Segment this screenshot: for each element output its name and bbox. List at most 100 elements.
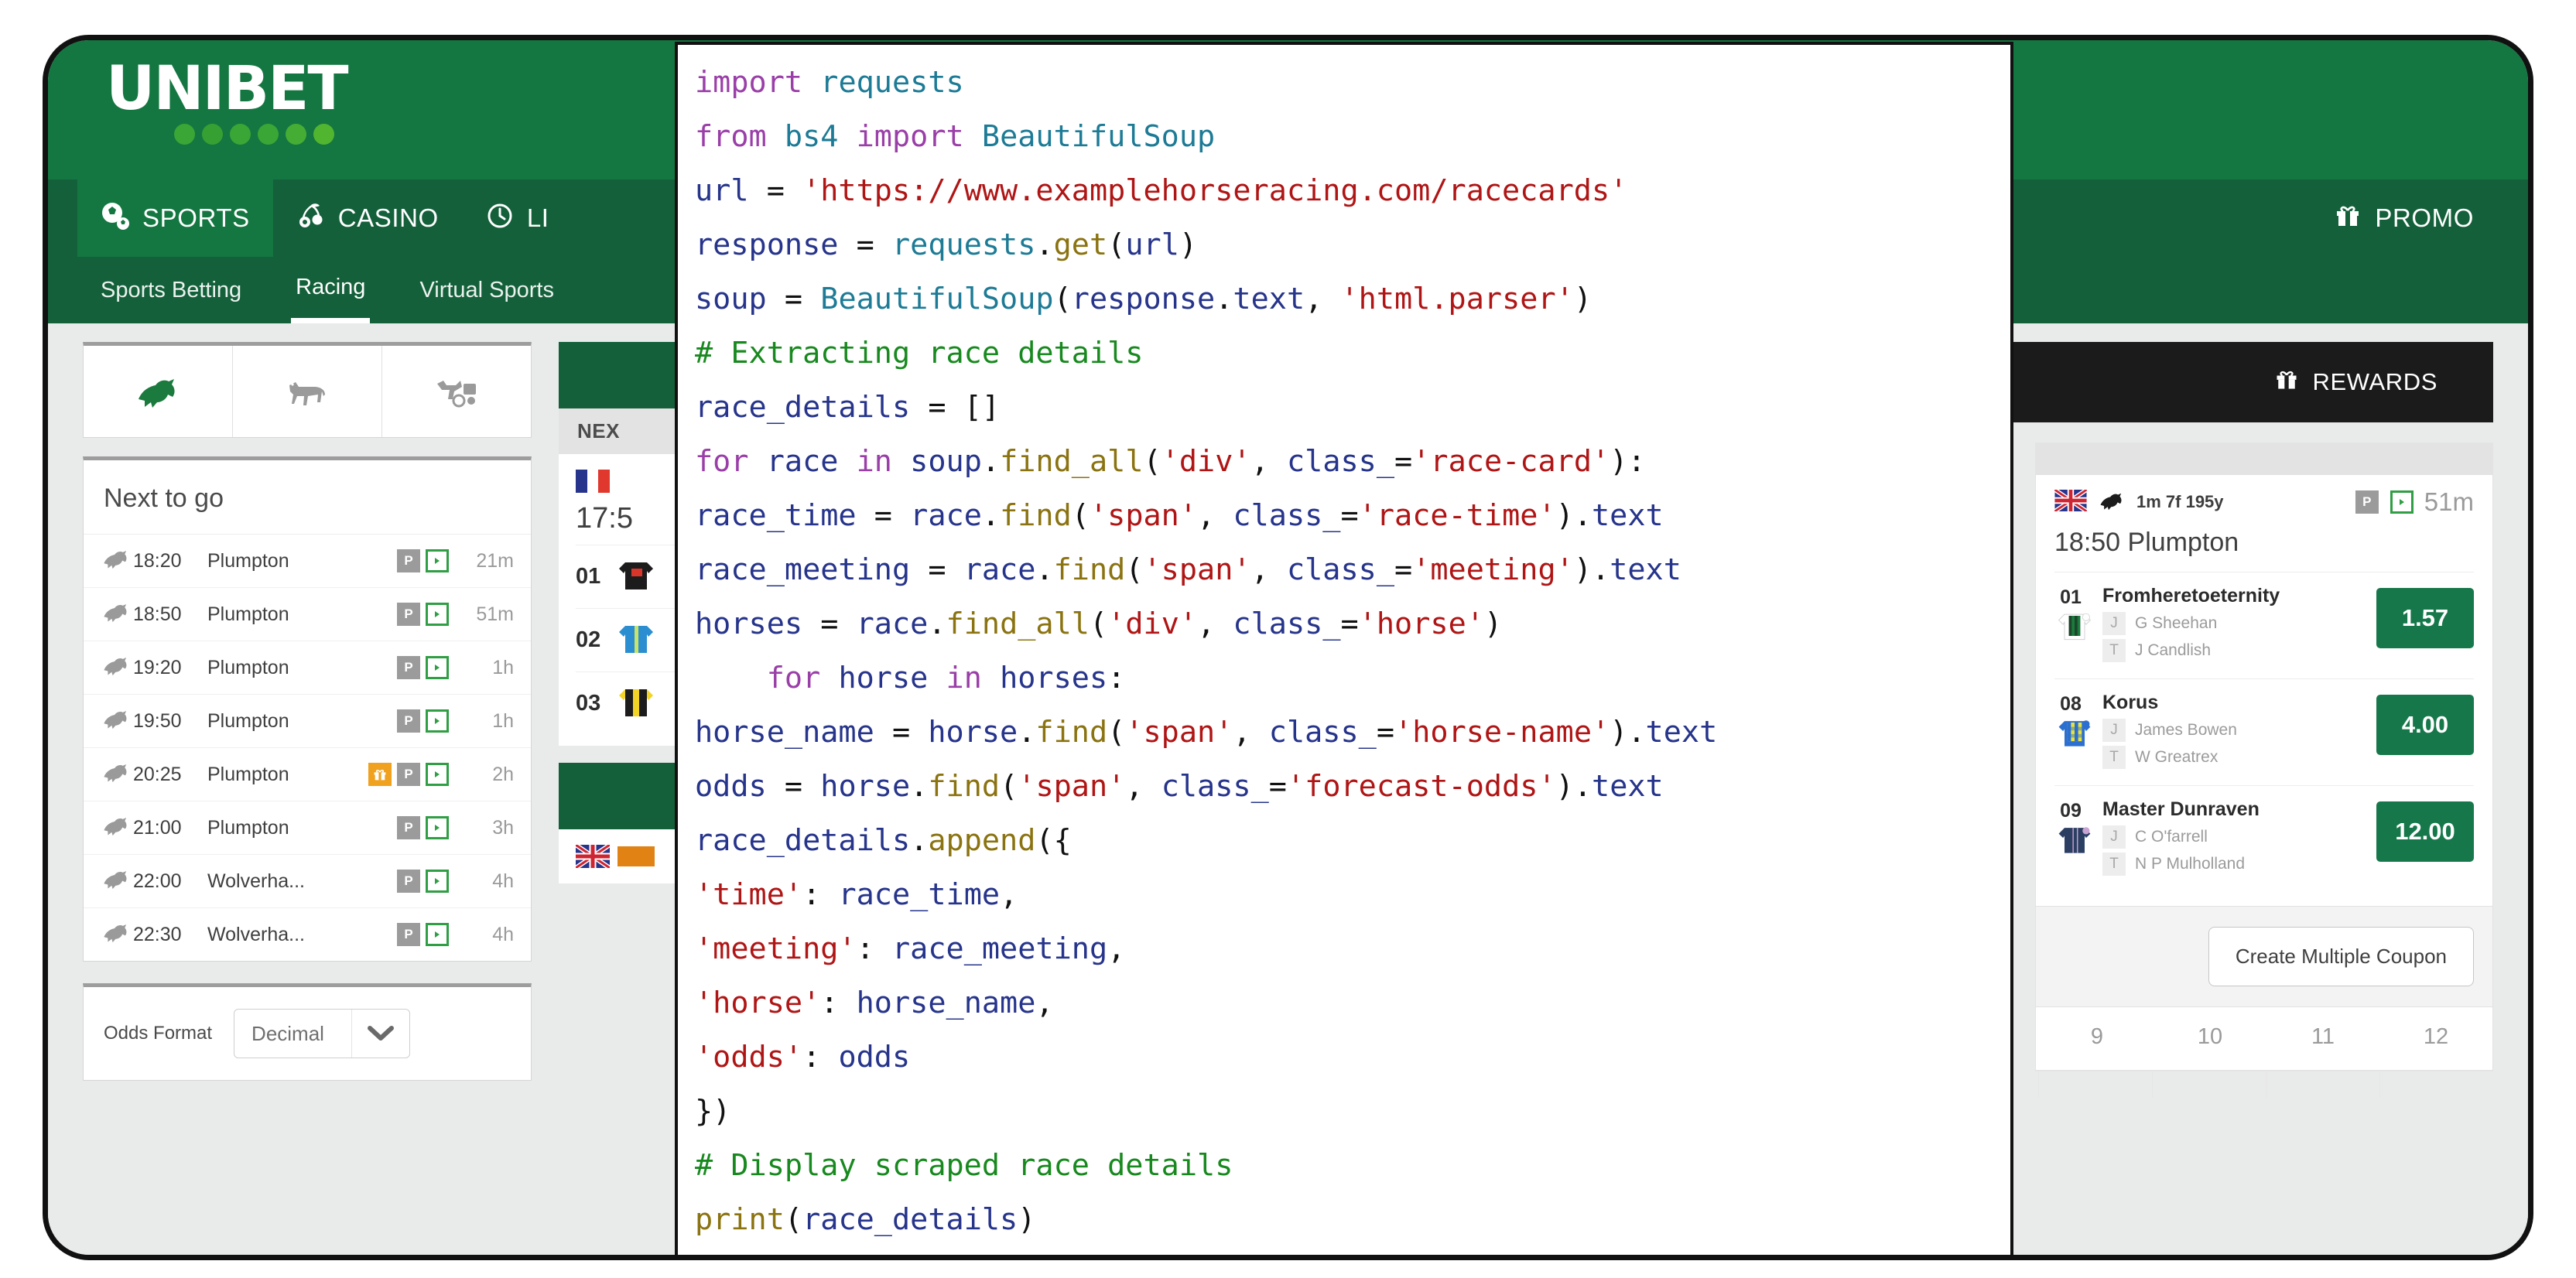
odds-button[interactable]: 1.57 [2376,588,2474,648]
nav-label-promo: PROMO [2375,203,2474,232]
nav-label-live: LI [526,203,549,232]
jockey-name: C O'farrell [2135,828,2208,846]
stream-icon[interactable] [426,709,449,733]
trainer-tag: T [2102,746,2126,769]
horse-racing-icon [101,814,133,842]
race-type-tab-greyhound[interactable] [233,346,382,437]
code-token: find [1000,498,1072,533]
pagination-cell[interactable] [2379,1071,2493,1098]
racecard-entry[interactable]: 01 Fromheretoeternity J G Sheehan T J Candlis… [2054,572,2474,678]
code-token: text [1233,282,1305,316]
pagination-cell[interactable] [2266,1071,2379,1098]
next-to-go-row[interactable]: 19:20 Plumpton P 1h [84,641,531,695]
greyhound-icon [283,373,331,410]
code-token: ): [1610,444,1646,479]
photo-badge: P [397,709,420,733]
nav-label-casino: CASINO [337,203,439,232]
create-multiple-coupon-button[interactable]: Create Multiple Coupon [2208,927,2474,986]
stream-icon[interactable] [426,923,449,946]
unibet-logo[interactable]: UNIBET [106,57,349,145]
code-token: ) [1018,1202,1036,1237]
horse-racing-icon [101,654,133,682]
subnav-virtual-sports[interactable]: Virtual Sports [415,257,559,323]
next-to-go-row[interactable]: 20:25 Plumpton P 2h [84,748,531,801]
code-token: class_ [1286,552,1395,587]
stream-icon[interactable] [426,603,449,626]
racecard: 1m 7f 195y P 51m 18:50 Plumpton 01 Fromhe… [2035,475,2493,907]
code-token: , [1250,552,1287,587]
code-token: . [981,498,1001,533]
logo-dot [286,124,306,145]
pagination-item[interactable]: 10 [2154,1024,2266,1070]
race-meeting: Plumpton [207,656,289,678]
race-time: 18:50 [133,603,182,625]
subnav-sports-betting[interactable]: Sports Betting [96,257,246,323]
code-token: : [802,877,839,912]
odds-button[interactable]: 12.00 [2376,801,2474,862]
next-to-go-row[interactable]: 22:00 Wolverha... P 4h [84,855,531,908]
rewards-label: REWARDS [2312,368,2437,395]
code-token: class_ [1286,444,1395,479]
racecard-entry[interactable]: 08 Korus J James Bowen T W Greatrex 4.00 [2054,678,2474,785]
pagination-cell[interactable] [2038,1071,2152,1098]
pagination-grid [2035,1071,2493,1098]
next-to-go-row[interactable]: 21:00 Plumpton P 3h [84,801,531,855]
code-token: find_all [1000,444,1144,479]
harness-racing-icon [433,373,481,410]
pagination-item[interactable]: 9 [2041,1024,2154,1070]
code-token: ( [784,1202,803,1237]
race-type-tab-horse[interactable] [84,346,233,437]
cherries-icon [296,201,326,235]
photo-badge: P [397,763,420,786]
stream-icon[interactable] [426,870,449,893]
racecard-title[interactable]: 18:50 Plumpton [2054,517,2474,572]
next-to-go-row[interactable]: 18:20 Plumpton P 21m [84,535,531,588]
code-token: = [1394,444,1413,479]
trainer-name: N P Mulholland [2135,855,2246,873]
stream-icon[interactable] [426,656,449,679]
racecard-entry[interactable]: 09 Master Dunraven J C O'farrell T N P Mulhol… [2054,785,2474,892]
race-countdown: 2h [492,763,514,785]
horse-racing-icon [2098,490,2126,515]
stream-icon[interactable] [426,763,449,786]
odds-format-select[interactable]: Decimal [234,1009,411,1058]
code-token: = [874,498,911,533]
code-line: url = 'https://www.examplehorseracing.co… [695,164,2010,218]
logo-dot [202,124,223,145]
code-line: race_details.append({ [695,814,2010,868]
pagination: 9 10 11 12 [2035,1007,2493,1071]
nav-item-sports[interactable]: SPORTS [77,179,273,257]
pagination-item[interactable]: 12 [2379,1024,2492,1070]
next-to-go-row[interactable]: 18:50 Plumpton P 51m [84,588,531,641]
odds-button[interactable]: 4.00 [2376,695,2474,755]
pagination-item[interactable]: 11 [2266,1024,2379,1070]
code-line: print(race_details) [695,1193,2010,1247]
logo-dot [230,124,251,145]
subnav-racing[interactable]: Racing [291,257,371,323]
stream-icon[interactable] [2390,490,2414,514]
next-to-go-row[interactable]: 22:30 Wolverha... P 4h [84,908,531,961]
code-token: race [910,498,982,533]
nav-item-live[interactable]: LI [462,179,573,257]
code-token: = [1268,769,1287,804]
nav-item-promo[interactable]: PROMO [2333,179,2474,257]
code-token: import [856,119,982,154]
stream-icon[interactable] [426,549,449,572]
nav-item-casino[interactable]: CASINO [273,179,462,257]
entry-number: 09 [2060,800,2082,822]
code-token: 'span' [1125,715,1233,750]
pagination-cell[interactable] [2152,1071,2266,1098]
stream-icon[interactable] [426,816,449,839]
promo-gift-icon[interactable] [368,763,392,786]
next-to-go-row[interactable]: 19:50 Plumpton P 1h [84,695,531,748]
code-token: horse_name [856,986,1036,1020]
code-token: , [1125,769,1161,804]
logo-dots [174,124,347,145]
code-token: ({ [1035,823,1072,858]
trainer-name: J Candlish [2135,641,2212,659]
race-type-tab-harness[interactable] [382,346,531,437]
code-token: , [1197,607,1233,641]
code-token: 'forecast-odds' [1286,769,1556,804]
code-token: . [981,444,1001,479]
